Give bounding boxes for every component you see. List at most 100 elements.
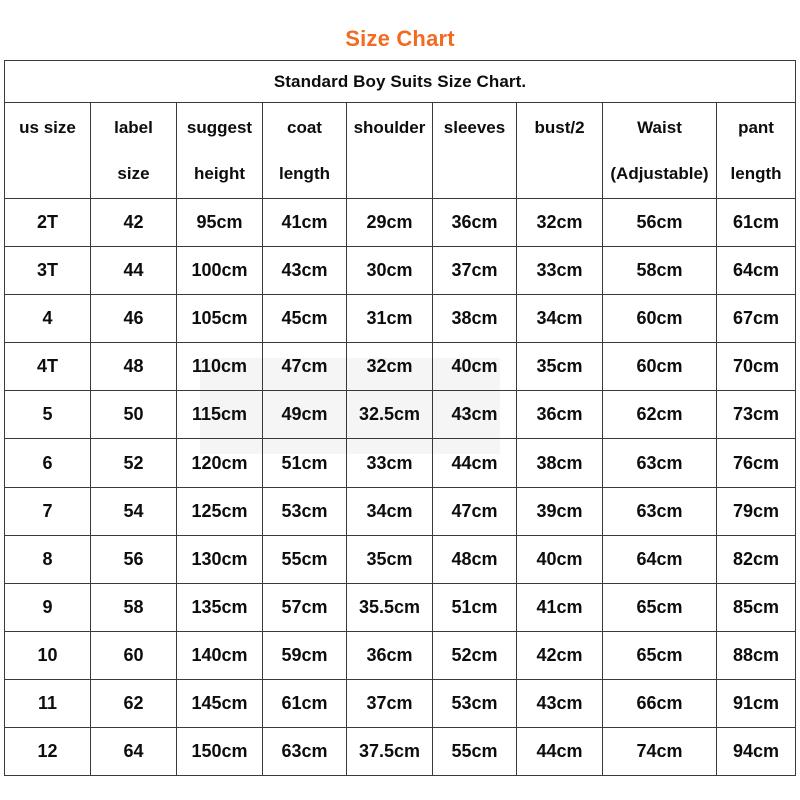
table-cell-r3-c2: 110cm <box>176 342 263 392</box>
table-cell-r3-c5: 40cm <box>432 342 517 392</box>
table-cell-r11-c8: 94cm <box>715 726 797 777</box>
table-cell-r11-c1: 64 <box>90 726 177 777</box>
size-chart-table-container: Standard Boy Suits Size Chart. us size l… <box>3 59 797 777</box>
table-cell-r11-c2: 150cm <box>176 726 263 777</box>
column-header-4: shoulder <box>346 102 433 200</box>
table-cell-r6-c7: 63cm <box>602 486 717 536</box>
table-cell-r2-c0: 4 <box>4 294 91 344</box>
table-row: 4 46 105cm 45cm 31cm 38cm 34cm 60cm 67cm <box>4 294 797 344</box>
table-cell-r1-c2: 100cm <box>176 246 263 296</box>
column-header-line1: bust/2 <box>534 117 585 137</box>
table-cell-r4-c4: 32.5cm <box>346 390 433 440</box>
table-cell-r4-c7: 62cm <box>602 390 717 440</box>
table-cell-r8-c2: 135cm <box>176 582 263 632</box>
table-cell-r2-c7: 60cm <box>602 294 717 344</box>
table-cell-r7-c5: 48cm <box>432 534 517 584</box>
table-cell-r1-c0: 3T <box>4 246 91 296</box>
table-cell-r10-c0: 11 <box>4 678 91 728</box>
table-row: 6 52 120cm 51cm 33cm 44cm 38cm 63cm 76cm <box>4 438 797 488</box>
page-title: Size Chart <box>345 26 455 51</box>
table-cell-r4-c1: 50 <box>90 390 177 440</box>
table-cell-r11-c3: 63cm <box>262 726 347 777</box>
table-cell-r8-c3: 57cm <box>262 582 347 632</box>
table-cell-r2-c6: 34cm <box>516 294 603 344</box>
column-header-line2 <box>435 151 514 197</box>
column-header-line2: length <box>730 163 782 183</box>
table-cell-r8-c5: 51cm <box>432 582 517 632</box>
table-cell-r8-c6: 41cm <box>516 582 603 632</box>
table-cell-r0-c6: 32cm <box>516 198 603 248</box>
table-cell-r5-c1: 52 <box>90 438 177 488</box>
table-cell-r1-c8: 64cm <box>715 246 797 296</box>
column-header-line1: sleeves <box>443 117 506 137</box>
table-cell-r0-c4: 29cm <box>346 198 433 248</box>
table-cell-r0-c2: 95cm <box>176 198 263 248</box>
table-cell-r1-c5: 37cm <box>432 246 517 296</box>
table-cell-r0-c0: 2T <box>4 198 91 248</box>
table-cell-r8-c1: 58 <box>90 582 177 632</box>
table-cell-r10-c1: 62 <box>90 678 177 728</box>
table-cell-r7-c8: 82cm <box>715 534 797 584</box>
column-header-line2 <box>7 151 88 197</box>
table-cell-r5-c8: 76cm <box>715 438 797 488</box>
table-cell-r7-c3: 55cm <box>262 534 347 584</box>
column-header-line1: Waist <box>637 117 682 137</box>
column-header-line2: (Adjustable) <box>610 163 709 183</box>
table-cell-r5-c0: 6 <box>4 438 91 488</box>
table-header-row: us size label size suggest height coat length… <box>4 102 797 200</box>
table-cell-r8-c4: 35.5cm <box>346 582 433 632</box>
column-header-3: coat length <box>262 102 347 200</box>
table-cell-r10-c5: 53cm <box>432 678 517 728</box>
table-cell-r3-c1: 48 <box>90 342 177 392</box>
column-header-5: sleeves <box>432 102 517 200</box>
table-cell-r0-c3: 41cm <box>262 198 347 248</box>
table-cell-r11-c5: 55cm <box>432 726 517 777</box>
column-header-line2: size <box>117 163 150 183</box>
table-cell-r4-c8: 73cm <box>715 390 797 440</box>
table-cell-r2-c4: 31cm <box>346 294 433 344</box>
column-header-line1: pant <box>738 117 774 137</box>
table-cell-r2-c5: 38cm <box>432 294 517 344</box>
table-cell-r7-c6: 40cm <box>516 534 603 584</box>
table-cell-r7-c0: 8 <box>4 534 91 584</box>
table-row: 3T 44 100cm 43cm 30cm 37cm 33cm 58cm 64cm <box>4 246 797 296</box>
table-cell-r11-c7: 74cm <box>602 726 717 777</box>
table-cell-r10-c8: 91cm <box>715 678 797 728</box>
column-header-0: us size <box>4 102 91 200</box>
table-cell-r9-c6: 42cm <box>516 630 603 680</box>
table-cell-r7-c2: 130cm <box>176 534 263 584</box>
table-cell-r3-c0: 4T <box>4 342 91 392</box>
table-row: 4T 48 110cm 47cm 32cm 40cm 35cm 60cm 70cm <box>4 342 797 392</box>
table-cell-r0-c8: 61cm <box>715 198 797 248</box>
table-cell-r8-c7: 65cm <box>602 582 717 632</box>
table-cell-r9-c3: 59cm <box>262 630 347 680</box>
table-cell-r1-c3: 43cm <box>262 246 347 296</box>
column-header-line1: us size <box>19 117 76 137</box>
table-cell-r5-c3: 51cm <box>262 438 347 488</box>
table-cell-r10-c4: 37cm <box>346 678 433 728</box>
table-cell-r4-c0: 5 <box>4 390 91 440</box>
table-cell-r6-c1: 54 <box>90 486 177 536</box>
table-cell-r1-c4: 30cm <box>346 246 433 296</box>
table-row: 8 56 130cm 55cm 35cm 48cm 40cm 64cm 82cm <box>4 534 797 584</box>
column-header-line1: suggest <box>186 117 253 137</box>
table-cell-r2-c2: 105cm <box>176 294 263 344</box>
column-header-line2 <box>349 151 430 197</box>
table-cell-r6-c0: 7 <box>4 486 91 536</box>
table-cell-r4-c5: 43cm <box>432 390 517 440</box>
table-row: 10 60 140cm 59cm 36cm 52cm 42cm 65cm 88cm <box>4 630 797 680</box>
table-cell-r7-c7: 64cm <box>602 534 717 584</box>
table-cell-r3-c3: 47cm <box>262 342 347 392</box>
table-cell-r7-c1: 56 <box>90 534 177 584</box>
table-cell-r5-c5: 44cm <box>432 438 517 488</box>
table-cell-r10-c6: 43cm <box>516 678 603 728</box>
table-caption: Standard Boy Suits Size Chart. <box>3 59 797 104</box>
size-chart-page: Size Chart Standard Boy Suits Size Chart… <box>0 0 800 800</box>
table-cell-r8-c0: 9 <box>4 582 91 632</box>
column-header-line2 <box>519 151 600 197</box>
table-cell-r1-c6: 33cm <box>516 246 603 296</box>
table-cell-r11-c6: 44cm <box>516 726 603 777</box>
table-cell-r0-c1: 42 <box>90 198 177 248</box>
table-cell-r6-c3: 53cm <box>262 486 347 536</box>
column-header-line1: coat <box>287 117 322 137</box>
